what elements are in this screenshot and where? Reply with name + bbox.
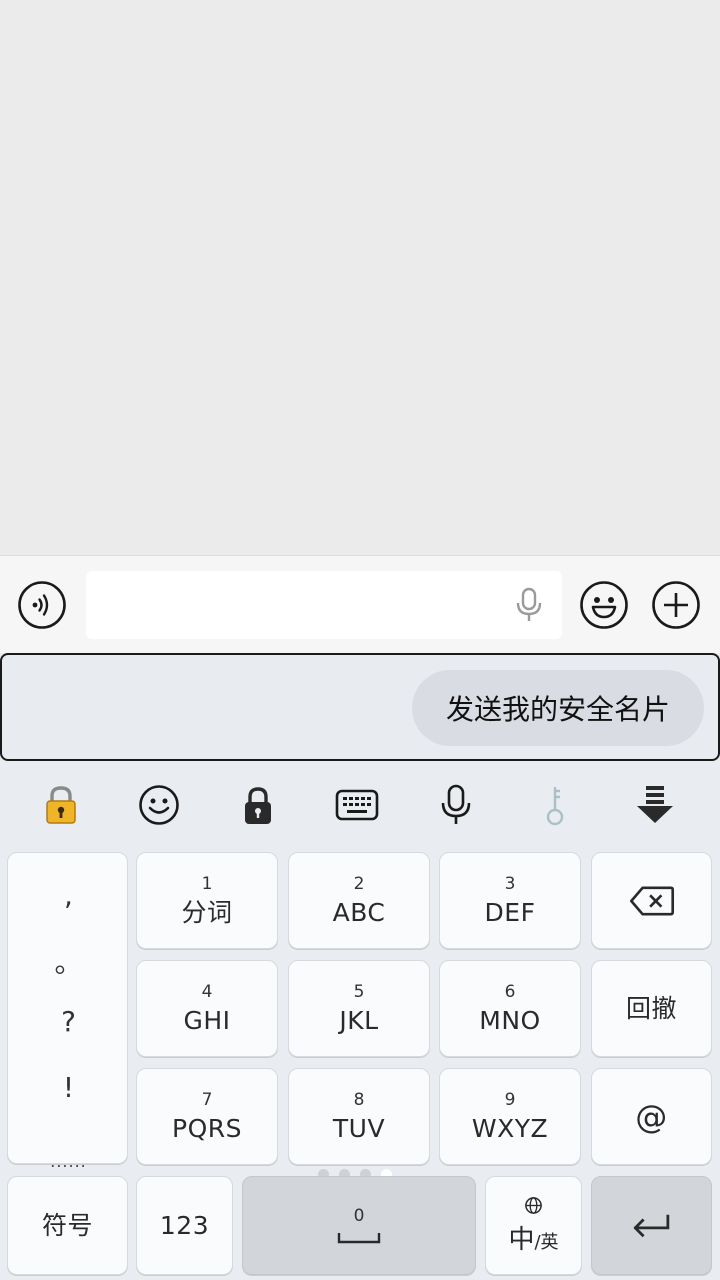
microphone-icon[interactable] — [434, 781, 478, 829]
globe-icon — [525, 1196, 542, 1214]
microphone-icon[interactable] — [512, 587, 546, 623]
key-label: GHI — [183, 1005, 231, 1035]
space-icon — [337, 1232, 381, 1243]
punct-exclaim[interactable]: ! — [8, 1071, 129, 1104]
undo-button[interactable]: 回撤 — [591, 960, 712, 1057]
key-label: JKL — [339, 1005, 379, 1035]
punct-question[interactable]: ? — [8, 1005, 129, 1038]
punct-more[interactable]: ...... — [8, 1152, 129, 1171]
space-button[interactable]: 0 — [242, 1176, 476, 1275]
punctuation-list[interactable]: , 。 ? ! ...... — [7, 852, 129, 1171]
key-label: DEF — [484, 897, 536, 927]
key-label: MNO — [479, 1005, 541, 1035]
key-3[interactable]: 3 DEF — [439, 852, 581, 949]
symbols-button[interactable]: 符号 — [7, 1176, 128, 1275]
undo-label: 回撤 — [625, 993, 677, 1023]
key-label: PQRS — [172, 1113, 242, 1143]
key-2[interactable]: 2 ABC — [288, 852, 430, 949]
lang-en: /英 — [534, 1231, 559, 1253]
key-9[interactable]: 9 WXYZ — [439, 1068, 581, 1165]
enter-button[interactable] — [591, 1176, 712, 1275]
key-number: 1 — [201, 873, 213, 894]
numbers-button[interactable]: 123 — [136, 1176, 233, 1275]
key-label: 分词 — [181, 897, 233, 927]
key-7[interactable]: 7 PQRS — [136, 1068, 278, 1165]
keyboard-icon[interactable] — [335, 781, 379, 829]
plus-circle-icon[interactable] — [651, 580, 701, 630]
key-4[interactable]: 4 GHI — [136, 960, 278, 1057]
punct-period[interactable]: 。 — [8, 941, 129, 981]
padlock-icon[interactable] — [236, 781, 280, 829]
symbols-label: 符号 — [41, 1210, 93, 1240]
language-toggle-button[interactable]: 中/英 — [485, 1176, 582, 1275]
key-number: 7 — [201, 1089, 213, 1110]
key-number: 9 — [504, 1089, 516, 1110]
padlock-gold-icon[interactable] — [39, 781, 83, 829]
punct-comma[interactable]: , — [8, 879, 129, 912]
key-number: 8 — [353, 1089, 365, 1110]
key-label: ABC — [332, 897, 386, 927]
key-1[interactable]: 1 分词 — [136, 852, 278, 949]
voice-wave-icon[interactable] — [17, 580, 67, 630]
message-input[interactable] — [86, 571, 562, 639]
key-5[interactable]: 5 JKL — [288, 960, 430, 1057]
smiley-icon[interactable] — [579, 580, 629, 630]
backspace-icon — [629, 886, 674, 915]
language-label: 中/英 — [508, 1219, 558, 1256]
send-security-card-suggestion[interactable]: 发送我的安全名片 — [411, 670, 704, 746]
smiley-icon[interactable] — [137, 781, 181, 829]
key-number: 5 — [353, 981, 365, 1002]
key-number: 3 — [504, 873, 516, 894]
at-label: @ — [635, 1097, 668, 1136]
key-label: TUV — [332, 1113, 386, 1143]
numbers-label: 123 — [159, 1210, 210, 1240]
key-icon[interactable] — [533, 781, 577, 829]
at-button[interactable]: @ — [591, 1068, 712, 1165]
keyboard: , 。 ? ! ...... 1 分词 2 ABC 3 DEF 4 GHI 5 … — [0, 761, 720, 1280]
key-8[interactable]: 8 TUV — [288, 1068, 430, 1165]
key-number: 2 — [353, 873, 365, 894]
key-label: WXYZ — [471, 1113, 549, 1143]
lang-zh: 中 — [508, 1224, 535, 1255]
backspace-button[interactable] — [591, 852, 712, 949]
key-6[interactable]: 6 MNO — [439, 960, 581, 1057]
enter-icon — [633, 1214, 669, 1237]
collapse-keyboard-icon[interactable] — [633, 781, 677, 829]
key-number: 4 — [201, 981, 213, 1002]
space-number: 0 — [353, 1205, 365, 1226]
suggestion-bar: 发送我的安全名片 — [0, 653, 720, 761]
message-input-bar — [0, 555, 720, 653]
key-number: 6 — [504, 981, 516, 1002]
chat-area — [0, 0, 720, 555]
